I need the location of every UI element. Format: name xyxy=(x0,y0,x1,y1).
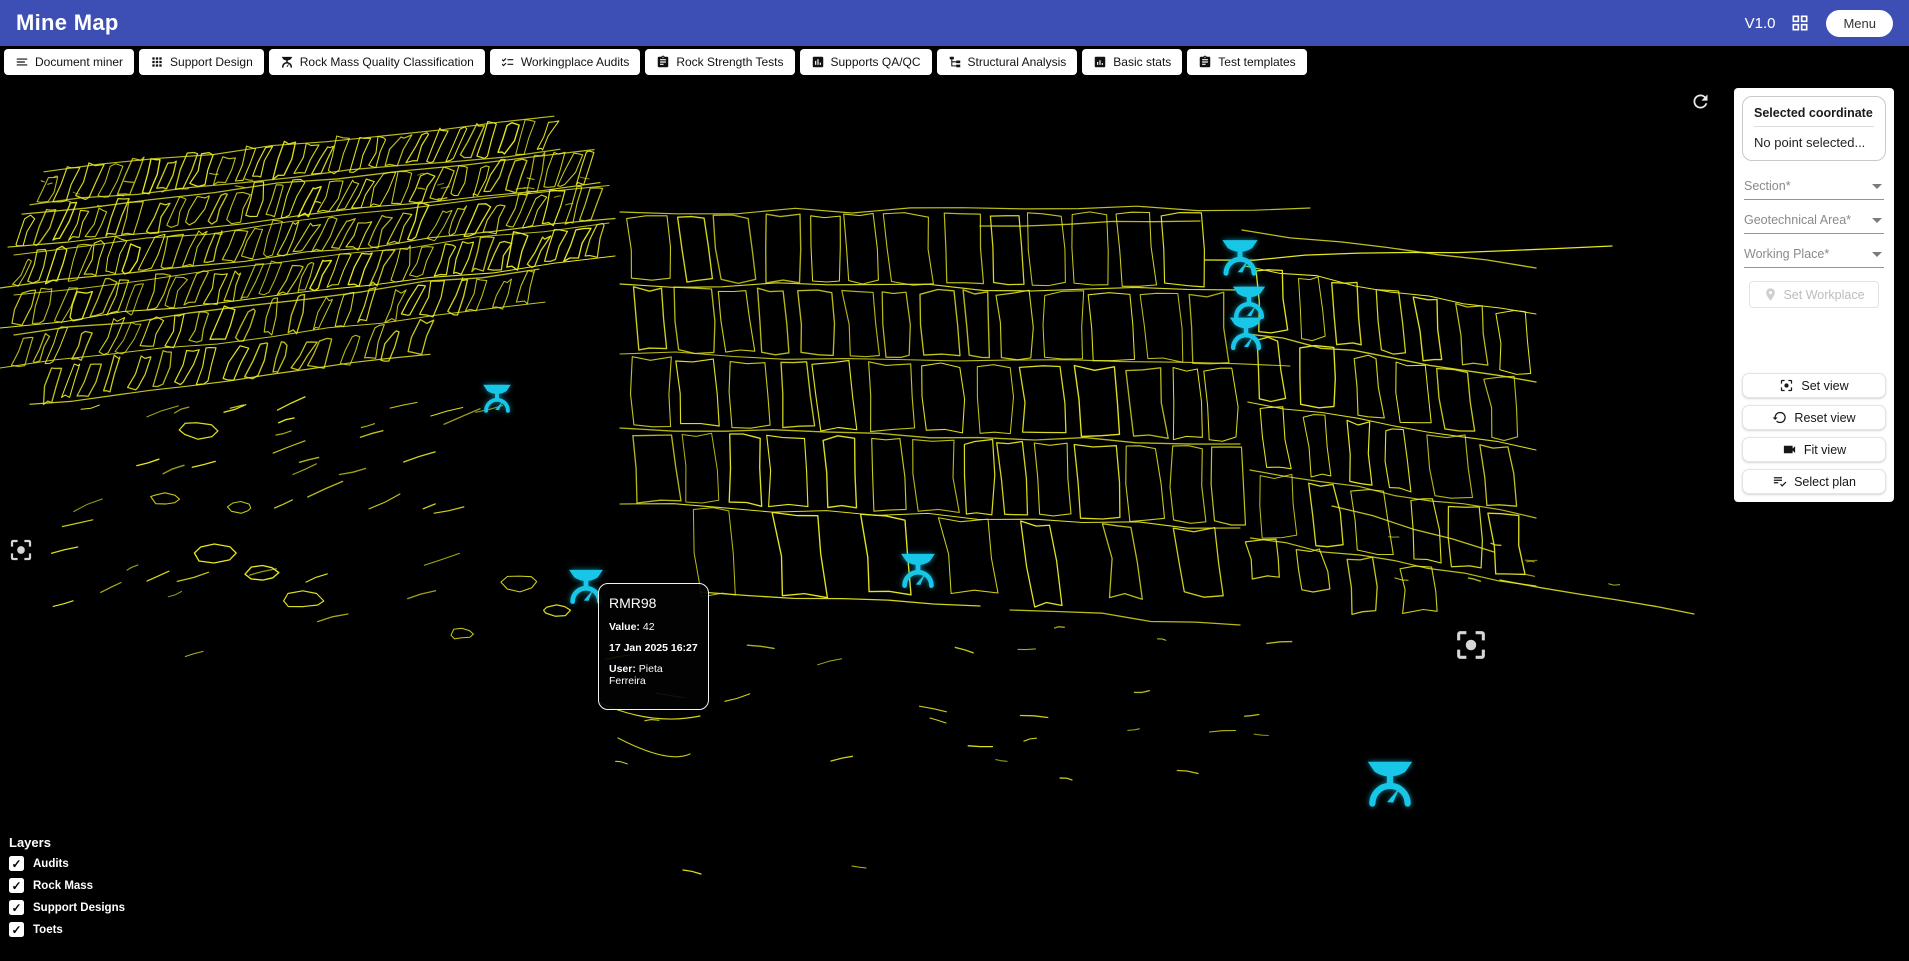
toolbar-button-label: Supports QA/QC xyxy=(830,55,921,69)
view-button-label: Fit view xyxy=(1803,442,1847,457)
toolbar-button-support-design[interactable]: Support Design xyxy=(139,49,264,75)
layers-list: ✓ Audits ✓ Rock Mass ✓ Support Designs ✓ Toets xyxy=(9,856,125,937)
clipboard-icon xyxy=(656,55,670,69)
dashboard-grid-icon[interactable] xyxy=(1790,13,1810,33)
tooltip-user-label: User: xyxy=(609,663,636,675)
location-pin-icon xyxy=(1763,287,1778,302)
videocam-icon xyxy=(1782,442,1797,457)
scale-icon xyxy=(280,55,294,69)
scale-marker-icon[interactable] xyxy=(1361,754,1419,812)
selected-coordinate-card: Selected coordinate No point selected... xyxy=(1742,96,1886,161)
select-geotechnical-area-[interactable]: Geotechnical Area* xyxy=(1744,207,1884,234)
layer-toggle-rock-mass[interactable]: ✓ Rock Mass xyxy=(9,878,125,893)
toolbar-button-label: Test templates xyxy=(1218,55,1296,69)
checkbox-checked-icon[interactable]: ✓ xyxy=(9,856,24,871)
chevron-down-icon xyxy=(1872,217,1882,223)
tree-icon xyxy=(948,55,962,69)
clipboard-icon xyxy=(1198,55,1212,69)
toolbar-button-label: Basic stats xyxy=(1113,55,1172,69)
layers-panel: Layers ✓ Audits ✓ Rock Mass ✓ Support Designs… xyxy=(9,835,125,944)
mine-wireframe-map xyxy=(0,115,1695,875)
side-panel: Selected coordinate No point selected...… xyxy=(1734,88,1894,502)
center-focus-marker-icon[interactable] xyxy=(8,537,35,564)
center-focus-icon xyxy=(1779,378,1794,393)
app-title: Mine Map xyxy=(16,10,119,35)
menu-lines-icon xyxy=(15,55,29,69)
toolbar-button-label: Structural Analysis xyxy=(967,55,1067,69)
chevron-down-icon xyxy=(1872,251,1882,257)
reset-view-button[interactable]: Reset view xyxy=(1742,405,1886,430)
marker-tooltip: RMR98 Value: 42 17 Jan 2025 16:27 User: … xyxy=(598,583,709,710)
select-label: Section* xyxy=(1744,179,1791,193)
playlist-check-icon xyxy=(1772,474,1787,489)
layer-toggle-toets[interactable]: ✓ Toets xyxy=(9,922,125,937)
scale-marker-icon[interactable] xyxy=(1217,234,1263,280)
tooltip-title: RMR98 xyxy=(609,595,657,611)
toolbar-button-basic-stats[interactable]: Basic stats xyxy=(1082,49,1183,75)
toolbar-button-test-templates[interactable]: Test templates xyxy=(1187,49,1307,75)
select-label: Working Place* xyxy=(1744,247,1830,261)
set-view-button[interactable]: Set view xyxy=(1742,373,1886,398)
chart-bars-icon xyxy=(1093,55,1107,69)
layer-label: Audits xyxy=(33,857,69,870)
view-buttons: Set view Reset view Fit view Select plan xyxy=(1742,366,1886,494)
layer-toggle-audits[interactable]: ✓ Audits xyxy=(9,856,125,871)
checkbox-checked-icon[interactable]: ✓ xyxy=(9,900,24,915)
toolbar-button-label: Support Design xyxy=(170,55,253,69)
toolbar-button-label: Rock Strength Tests xyxy=(676,55,784,69)
restore-icon xyxy=(1772,410,1787,425)
mine-map-app: Mine Map V1.0 Menu Document miner Support… xyxy=(0,0,1909,961)
select-plan-button[interactable]: Select plan xyxy=(1742,469,1886,494)
apps-grid-icon xyxy=(150,55,164,69)
app-header: Mine Map V1.0 Menu xyxy=(0,0,1909,46)
version-label: V1.0 xyxy=(1744,14,1776,32)
refresh-icon[interactable] xyxy=(1690,91,1711,112)
toolbar: Document miner Support Design Rock Mass Qu… xyxy=(0,46,1909,78)
view-button-label: Select plan xyxy=(1794,474,1856,489)
toolbar-button-rock-mass-quality-classification[interactable]: Rock Mass Quality Classification xyxy=(268,49,485,75)
select-section-[interactable]: Section* xyxy=(1744,173,1884,200)
center-focus-marker-icon[interactable] xyxy=(1453,627,1490,664)
tooltip-value-number: 42 xyxy=(642,621,655,633)
selected-coordinate-empty: No point selected... xyxy=(1754,135,1866,150)
view-button-label: Reset view xyxy=(1794,410,1856,425)
set-workplace-button[interactable]: Set Workplace xyxy=(1749,281,1879,308)
layer-label: Toets xyxy=(33,923,63,936)
toolbar-button-label: Document miner xyxy=(35,55,124,69)
layers-title: Layers xyxy=(9,835,51,850)
layer-label: Rock Mass xyxy=(33,879,94,892)
map-canvas[interactable]: RMR98 Value: 42 17 Jan 2025 16:27 User: … xyxy=(0,78,1909,961)
tooltip-value-label: Value: xyxy=(609,621,640,633)
toolbar-button-label: Workingplace Audits xyxy=(520,55,630,69)
tooltip-user: User: Pieta Ferreira xyxy=(609,663,698,687)
scale-marker-icon[interactable] xyxy=(479,380,515,416)
layer-label: Support Designs xyxy=(33,901,126,914)
selected-coordinate-title: Selected coordinate xyxy=(1754,106,1874,127)
menu-button[interactable]: Menu xyxy=(1826,9,1893,37)
fit-view-button[interactable]: Fit view xyxy=(1742,437,1886,462)
chevron-down-icon xyxy=(1872,183,1882,189)
scale-marker-icon[interactable] xyxy=(896,548,940,592)
toolbar-button-workingplace-audits[interactable]: Workingplace Audits xyxy=(489,49,641,75)
tooltip-timestamp: 17 Jan 2025 16:27 xyxy=(609,642,698,654)
scale-marker-icon[interactable] xyxy=(1225,312,1267,354)
select-working-place-[interactable]: Working Place* xyxy=(1744,241,1884,268)
toolbar-button-document-miner[interactable]: Document miner xyxy=(4,49,135,75)
set-workplace-label: Set Workplace xyxy=(1783,287,1865,302)
panel-spacer xyxy=(1742,308,1886,366)
layer-toggle-support-designs[interactable]: ✓ Support Designs xyxy=(9,900,125,915)
analytics-icon xyxy=(811,55,825,69)
select-label: Geotechnical Area* xyxy=(1744,213,1852,227)
toolbar-button-supports-qa-qc[interactable]: Supports QA/QC xyxy=(799,49,932,75)
select-fields: Section* Geotechnical Area* Working Place* xyxy=(1742,170,1886,275)
toolbar-button-structural-analysis[interactable]: Structural Analysis xyxy=(936,49,1078,75)
tooltip-value: Value: 42 xyxy=(609,621,698,633)
checkbox-checked-icon[interactable]: ✓ xyxy=(9,922,24,937)
toolbar-button-rock-strength-tests[interactable]: Rock Strength Tests xyxy=(645,49,795,75)
toolbar-button-label: Rock Mass Quality Classification xyxy=(299,55,474,69)
checklist-icon xyxy=(501,55,515,69)
view-button-label: Set view xyxy=(1801,378,1849,393)
checkbox-checked-icon[interactable]: ✓ xyxy=(9,878,24,893)
